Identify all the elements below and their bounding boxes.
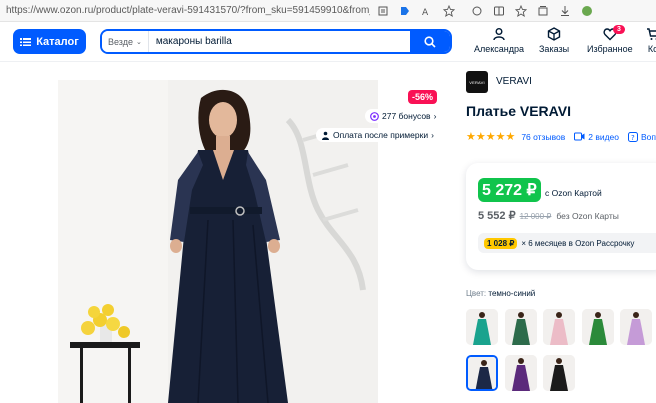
nav-profile-label: Александра — [474, 44, 525, 54]
color-swatch[interactable] — [466, 309, 498, 345]
ozon-card-price: 5 272 ₽ — [478, 178, 541, 202]
swatch-dress — [543, 309, 575, 345]
svg-text:A: A — [422, 8, 429, 17]
brand-logo-text: VERAVI — [469, 79, 485, 85]
reader-icon[interactable] — [372, 0, 394, 22]
fitting-label: Оплата после примерки — [333, 130, 429, 140]
chevron-right-icon: › — [431, 130, 434, 140]
swatch-dress — [468, 357, 496, 389]
search-input[interactable] — [148, 36, 410, 47]
color-swatch[interactable] — [543, 355, 575, 391]
swatch-dress — [466, 309, 498, 345]
swatch-dress — [505, 355, 537, 391]
installment-text: × 6 месяцев в Ozon Рассрочку — [521, 238, 635, 248]
person-icon — [322, 131, 329, 140]
read-aloud-icon[interactable]: A — [416, 0, 438, 22]
ozon-card-label: с Ozon Картой — [545, 188, 602, 198]
brand-logo[interactable]: VERAVI — [466, 71, 488, 93]
rating-stars[interactable]: ★★★★★ — [466, 130, 515, 143]
swatch-dress — [543, 355, 575, 391]
color-swatch[interactable] — [582, 309, 614, 345]
search-scope-label: Везде — [108, 36, 133, 47]
nav-cart-label: Ко — [647, 44, 656, 54]
nav-orders-label: Заказы — [539, 44, 570, 54]
color-label-prefix: Цвет: — [466, 289, 487, 298]
regular-price: 5 552 ₽ — [478, 210, 516, 222]
swatch-dress — [505, 309, 537, 345]
profile-icon[interactable] — [576, 0, 598, 22]
installment-amount: 1 028 ₽ — [484, 237, 518, 249]
no-card-label: без Ozon Карты — [556, 211, 619, 221]
cart-icon — [647, 28, 656, 40]
search-button[interactable] — [410, 31, 450, 52]
star-favorite-icon[interactable] — [438, 0, 460, 22]
color-swatch[interactable] — [620, 309, 652, 345]
brand-name[interactable]: VERAVI — [496, 76, 532, 87]
question-icon: ? — [628, 131, 639, 142]
color-selected-value: темно-синий — [488, 289, 536, 298]
ozon-card-price-value: 5 272 ₽ — [482, 182, 537, 199]
box-icon — [547, 27, 561, 41]
favorites-icon[interactable] — [510, 0, 532, 22]
bonus-tag[interactable]: 277 бонусов › — [365, 109, 442, 123]
color-swatch[interactable] — [505, 309, 537, 345]
site-header: Каталог Везде ⌄ Александра Заказы 3 Избр… — [0, 22, 656, 62]
questions-link[interactable]: Вопросы — [641, 132, 656, 142]
bonus-coin-icon — [370, 111, 379, 121]
menu-icon — [20, 37, 32, 46]
search-icon — [424, 35, 436, 48]
nav-orders[interactable]: Заказы — [539, 27, 569, 54]
fitting-tag[interactable]: Оплата после примерки › — [316, 128, 439, 142]
color-label: Цвет: темно-синий — [466, 289, 535, 298]
product-title: Платье VERAVI — [466, 103, 571, 119]
nav-favorites-label: Избранное — [587, 44, 633, 54]
favorites-count-badge: 3 — [613, 25, 625, 34]
chevron-down-icon: ⌄ — [136, 38, 142, 46]
videos-link[interactable]: 2 видео — [588, 132, 619, 142]
color-swatch[interactable] — [543, 309, 575, 345]
svg-text:?: ? — [631, 134, 635, 142]
installment-offer[interactable]: 1 028 ₽ × 6 месяцев в Ozon Рассрочку — [478, 233, 656, 253]
url-field[interactable]: https://www.ozon.ru/product/plate-veravi… — [0, 5, 370, 16]
search-scope-select[interactable]: Везде ⌄ — [102, 31, 149, 52]
chevron-right-icon: › — [433, 111, 437, 121]
user-icon — [493, 28, 505, 41]
swatch-dress — [620, 309, 652, 345]
tag-icon[interactable] — [394, 0, 416, 22]
discount-badge: -56% — [408, 90, 438, 104]
split-screen-icon[interactable] — [488, 0, 510, 22]
nav-cart[interactable]: Ко — [646, 27, 656, 54]
collections-icon[interactable] — [532, 0, 554, 22]
downloads-icon[interactable] — [554, 0, 576, 22]
nav-profile[interactable]: Александра — [474, 27, 524, 54]
reviews-link[interactable]: 76 отзывов — [521, 132, 565, 142]
color-swatch[interactable] — [505, 355, 537, 391]
extensions-icon[interactable] — [466, 0, 488, 22]
catalog-label: Каталог — [36, 35, 79, 48]
search-bar: Везде ⌄ — [100, 29, 452, 54]
swatch-dress — [582, 309, 614, 345]
old-price: 12 000 ₽ — [519, 212, 552, 221]
nav-favorites[interactable]: 3 Избранное — [587, 25, 633, 54]
video-icon — [574, 132, 585, 141]
browser-address-bar: https://www.ozon.ru/product/plate-veravi… — [0, 0, 656, 22]
catalog-button[interactable]: Каталог — [13, 29, 86, 54]
regular-price-row: 5 552 ₽ 12 000 ₽ без Ozon Карты — [478, 209, 619, 222]
bonus-label: 277 бонусов — [382, 111, 431, 121]
price-card: 5 272 ₽ с Ozon Картой 5 552 ₽ 12 000 ₽ б… — [466, 163, 656, 270]
color-swatch[interactable] — [466, 355, 498, 391]
rating-row: ★★★★★ 76 отзывов 2 видео ? Вопросы — [466, 130, 656, 143]
